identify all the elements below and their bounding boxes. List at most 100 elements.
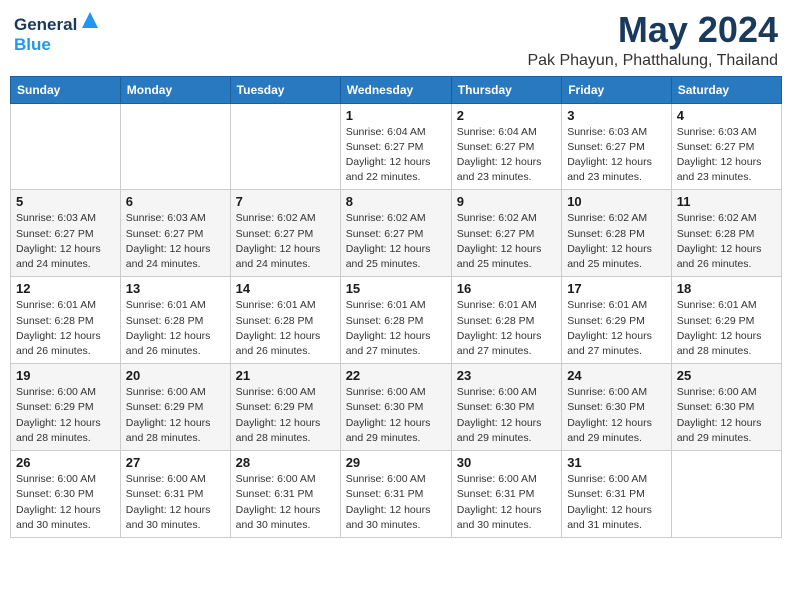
day-number: 24 <box>567 368 666 383</box>
day-number: 9 <box>457 194 556 209</box>
day-info: Sunrise: 6:01 AM Sunset: 6:28 PM Dayligh… <box>236 298 335 359</box>
day-info: Sunrise: 6:00 AM Sunset: 6:31 PM Dayligh… <box>567 472 666 533</box>
day-info: Sunrise: 6:01 AM Sunset: 6:29 PM Dayligh… <box>567 298 666 359</box>
day-info: Sunrise: 6:01 AM Sunset: 6:28 PM Dayligh… <box>457 298 556 359</box>
calendar-cell: 28 Sunrise: 6:00 AM Sunset: 6:31 PM Dayli… <box>230 451 340 538</box>
calendar-cell: 10Sunrise: 6:02 AM Sunset: 6:28 PM Dayli… <box>562 190 672 277</box>
calendar-cell: 24 Sunrise: 6:00 AM Sunset: 6:30 PM Dayli… <box>562 364 672 451</box>
day-info: Sunrise: 6:03 AM Sunset: 6:27 PM Dayligh… <box>126 211 225 272</box>
day-info: Sunrise: 6:01 AM Sunset: 6:28 PM Dayligh… <box>126 298 225 359</box>
weekday-header: Tuesday <box>230 76 340 103</box>
calendar-cell: 14 Sunrise: 6:01 AM Sunset: 6:28 PM Dayli… <box>230 277 340 364</box>
weekday-header: Saturday <box>671 76 781 103</box>
day-info: Sunrise: 6:00 AM Sunset: 6:31 PM Dayligh… <box>457 472 556 533</box>
day-info: Sunrise: 6:02 AM Sunset: 6:27 PM Dayligh… <box>236 211 335 272</box>
svg-text:General: General <box>14 15 77 34</box>
day-number: 18 <box>677 281 776 296</box>
weekday-header: Monday <box>120 76 230 103</box>
weekday-header: Friday <box>562 76 672 103</box>
calendar-cell: 23 Sunrise: 6:00 AM Sunset: 6:30 PM Dayli… <box>451 364 561 451</box>
svg-text:Blue: Blue <box>14 35 51 54</box>
calendar-table: SundayMondayTuesdayWednesdayThursdayFrid… <box>10 76 782 538</box>
calendar-cell <box>11 103 121 190</box>
calendar-week-row: 12 Sunrise: 6:01 AM Sunset: 6:28 PM Dayli… <box>11 277 782 364</box>
calendar-week-row: 26Sunrise: 6:00 AM Sunset: 6:30 PM Dayli… <box>11 451 782 538</box>
day-info: Sunrise: 6:04 AM Sunset: 6:27 PM Dayligh… <box>457 125 556 186</box>
calendar-cell: 1Sunrise: 6:04 AM Sunset: 6:27 PM Daylig… <box>340 103 451 190</box>
day-number: 1 <box>346 108 446 123</box>
day-number: 11 <box>677 194 776 209</box>
day-info: Sunrise: 6:00 AM Sunset: 6:30 PM Dayligh… <box>457 385 556 446</box>
day-number: 17 <box>567 281 666 296</box>
calendar-cell: 6 Sunrise: 6:03 AM Sunset: 6:27 PM Daylig… <box>120 190 230 277</box>
title-block: May 2024 Pak Phayun, Phatthalung, Thaila… <box>527 10 778 70</box>
calendar-cell: 22 Sunrise: 6:00 AM Sunset: 6:30 PM Dayli… <box>340 364 451 451</box>
calendar-week-row: 19 Sunrise: 6:00 AM Sunset: 6:29 PM Dayli… <box>11 364 782 451</box>
weekday-header: Wednesday <box>340 76 451 103</box>
calendar-cell: 2 Sunrise: 6:04 AM Sunset: 6:27 PM Daylig… <box>451 103 561 190</box>
calendar-cell: 17 Sunrise: 6:01 AM Sunset: 6:29 PM Dayli… <box>562 277 672 364</box>
calendar-cell: 26Sunrise: 6:00 AM Sunset: 6:30 PM Dayli… <box>11 451 121 538</box>
page-header: General Blue May 2024 Pak Phayun, Phatth… <box>10 10 782 70</box>
day-number: 16 <box>457 281 556 296</box>
day-info: Sunrise: 6:00 AM Sunset: 6:30 PM Dayligh… <box>567 385 666 446</box>
calendar-cell: 20 Sunrise: 6:00 AM Sunset: 6:29 PM Dayli… <box>120 364 230 451</box>
day-number: 5 <box>16 194 115 209</box>
weekday-header: Sunday <box>11 76 121 103</box>
day-info: Sunrise: 6:00 AM Sunset: 6:30 PM Dayligh… <box>346 385 446 446</box>
day-number: 28 <box>236 455 335 470</box>
day-number: 6 <box>126 194 225 209</box>
day-number: 2 <box>457 108 556 123</box>
calendar-cell <box>671 451 781 538</box>
calendar-cell: 11 Sunrise: 6:02 AM Sunset: 6:28 PM Dayli… <box>671 190 781 277</box>
day-info: Sunrise: 6:03 AM Sunset: 6:27 PM Dayligh… <box>677 125 776 186</box>
day-info: Sunrise: 6:03 AM Sunset: 6:27 PM Dayligh… <box>16 211 115 272</box>
day-number: 4 <box>677 108 776 123</box>
calendar-cell: 5 Sunrise: 6:03 AM Sunset: 6:27 PM Daylig… <box>11 190 121 277</box>
calendar-cell: 21Sunrise: 6:00 AM Sunset: 6:29 PM Dayli… <box>230 364 340 451</box>
day-number: 19 <box>16 368 115 383</box>
calendar-cell: 15Sunrise: 6:01 AM Sunset: 6:28 PM Dayli… <box>340 277 451 364</box>
day-number: 21 <box>236 368 335 383</box>
day-number: 12 <box>16 281 115 296</box>
calendar-cell: 7Sunrise: 6:02 AM Sunset: 6:27 PM Daylig… <box>230 190 340 277</box>
day-number: 27 <box>126 455 225 470</box>
logo-svg: General Blue <box>14 10 104 56</box>
calendar-week-row: 1 Sunrise: 6:04 AM Sunset: 6:27 PM Daylig… <box>11 103 782 190</box>
day-number: 14 <box>236 281 335 296</box>
day-info: Sunrise: 6:00 AM Sunset: 6:31 PM Dayligh… <box>236 472 335 533</box>
weekday-header: Thursday <box>451 76 561 103</box>
calendar-cell <box>230 103 340 190</box>
calendar-cell: 9Sunrise: 6:02 AM Sunset: 6:27 PM Daylig… <box>451 190 561 277</box>
logo: General Blue <box>14 10 104 56</box>
day-number: 15 <box>346 281 446 296</box>
day-info: Sunrise: 6:00 AM Sunset: 6:30 PM Dayligh… <box>16 472 115 533</box>
calendar-cell: 16 Sunrise: 6:01 AM Sunset: 6:28 PM Dayli… <box>451 277 561 364</box>
day-info: Sunrise: 6:00 AM Sunset: 6:29 PM Dayligh… <box>16 385 115 446</box>
calendar-cell: 8Sunrise: 6:02 AM Sunset: 6:27 PM Daylig… <box>340 190 451 277</box>
calendar-cell: 18 Sunrise: 6:01 AM Sunset: 6:29 PM Dayli… <box>671 277 781 364</box>
day-info: Sunrise: 6:03 AM Sunset: 6:27 PM Dayligh… <box>567 125 666 186</box>
day-info: Sunrise: 6:01 AM Sunset: 6:29 PM Dayligh… <box>677 298 776 359</box>
day-number: 22 <box>346 368 446 383</box>
day-number: 20 <box>126 368 225 383</box>
day-number: 23 <box>457 368 556 383</box>
location-title: Pak Phayun, Phatthalung, Thailand <box>527 52 778 70</box>
month-title: May 2024 <box>527 10 778 50</box>
day-info: Sunrise: 6:00 AM Sunset: 6:29 PM Dayligh… <box>126 385 225 446</box>
calendar-header-row: SundayMondayTuesdayWednesdayThursdayFrid… <box>11 76 782 103</box>
calendar-cell: 12Sunrise: 6:01 AM Sunset: 6:28 PM Dayli… <box>11 277 121 364</box>
calendar-cell: 3Sunrise: 6:03 AM Sunset: 6:27 PM Daylig… <box>562 103 672 190</box>
calendar-cell: 19 Sunrise: 6:00 AM Sunset: 6:29 PM Dayli… <box>11 364 121 451</box>
day-info: Sunrise: 6:00 AM Sunset: 6:30 PM Dayligh… <box>677 385 776 446</box>
day-number: 13 <box>126 281 225 296</box>
day-info: Sunrise: 6:02 AM Sunset: 6:28 PM Dayligh… <box>567 211 666 272</box>
calendar-week-row: 5 Sunrise: 6:03 AM Sunset: 6:27 PM Daylig… <box>11 190 782 277</box>
day-number: 30 <box>457 455 556 470</box>
calendar-cell: 4 Sunrise: 6:03 AM Sunset: 6:27 PM Daylig… <box>671 103 781 190</box>
day-number: 29 <box>346 455 446 470</box>
calendar-cell: 30 Sunrise: 6:00 AM Sunset: 6:31 PM Dayli… <box>451 451 561 538</box>
day-info: Sunrise: 6:02 AM Sunset: 6:28 PM Dayligh… <box>677 211 776 272</box>
day-info: Sunrise: 6:00 AM Sunset: 6:31 PM Dayligh… <box>346 472 446 533</box>
day-number: 25 <box>677 368 776 383</box>
